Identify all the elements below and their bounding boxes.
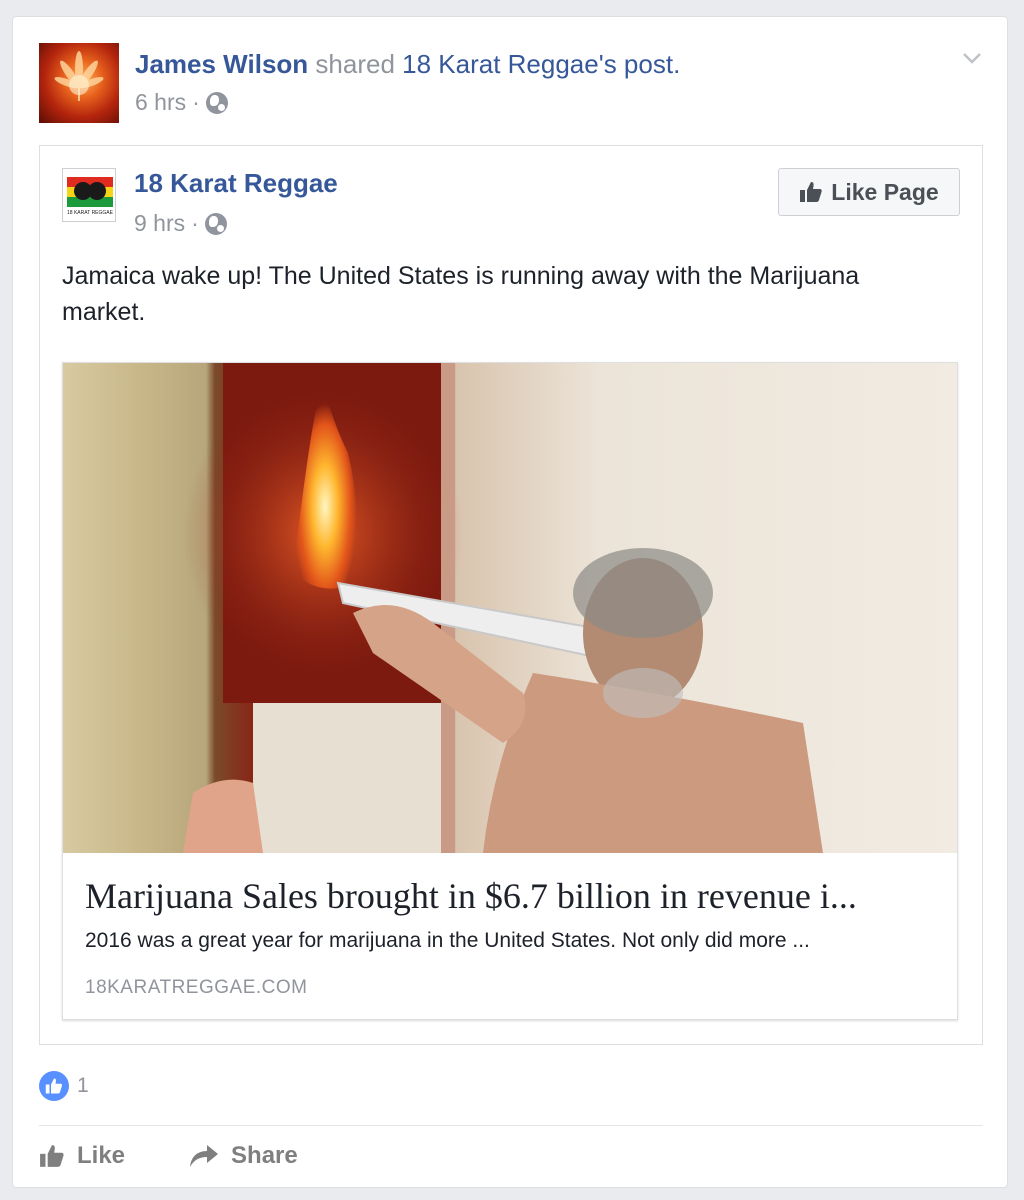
globe-icon[interactable] bbox=[204, 212, 227, 235]
like-button[interactable]: Like bbox=[39, 1137, 125, 1175]
preview-photo bbox=[183, 363, 823, 853]
page-logo[interactable]: 18 KARAT REGGAE bbox=[62, 168, 116, 222]
globe-icon[interactable] bbox=[205, 91, 228, 114]
thumbs-up-icon bbox=[800, 182, 822, 202]
author-link[interactable]: James Wilson bbox=[135, 49, 308, 79]
like-page-button[interactable]: Like Page bbox=[778, 168, 960, 216]
link-title[interactable]: Marijuana Sales brought in $6.7 billion … bbox=[85, 875, 945, 917]
share-arrow-icon bbox=[190, 1145, 219, 1167]
shared-post-timestamp[interactable]: 9 hrs bbox=[134, 210, 185, 237]
post-timestamp[interactable]: 6 hrs bbox=[135, 89, 186, 116]
share-label: Share bbox=[231, 1142, 298, 1169]
post-meta: 6 hrs · bbox=[135, 89, 228, 116]
shared-page-link[interactable]: 18 Karat Reggae bbox=[402, 49, 599, 79]
shared-post: 18 KARAT REGGAE 18 Karat Reggae 9 hrs · … bbox=[39, 145, 983, 1045]
page-name-link[interactable]: 18 Karat Reggae bbox=[134, 168, 338, 199]
logo-caption: 18 KARAT REGGAE bbox=[67, 210, 113, 216]
feed-post: James Wilson shared 18 Karat Reggae's po… bbox=[12, 16, 1008, 1188]
james-wilson-avatar[interactable] bbox=[39, 43, 119, 123]
shared-post-meta: 9 hrs · bbox=[134, 210, 227, 237]
shared-text: shared bbox=[315, 49, 395, 79]
chevron-down-icon[interactable] bbox=[961, 47, 983, 69]
post-header: James Wilson shared 18 Karat Reggae's po… bbox=[135, 47, 680, 81]
like-label: Like bbox=[77, 1142, 126, 1169]
reaction-count[interactable]: 1 bbox=[77, 1074, 89, 1098]
link-description: 2016 was a great year for marijuana in t… bbox=[85, 929, 810, 952]
link-preview-card[interactable]: Marijuana Sales brought in $6.7 billion … bbox=[62, 362, 958, 1020]
meta-separator: · bbox=[192, 89, 200, 115]
post-body-text: Jamaica wake up! The United States is ru… bbox=[62, 262, 860, 326]
link-domain: 18KARATREGGAE.COM bbox=[85, 977, 308, 998]
cannabis-leaf-icon bbox=[54, 51, 104, 101]
share-button[interactable]: Share bbox=[189, 1137, 298, 1175]
post-suffix-link[interactable]: 's post. bbox=[599, 49, 681, 79]
like-reaction-icon bbox=[39, 1071, 69, 1101]
like-page-label: Like Page bbox=[831, 178, 939, 205]
thumbs-up-icon bbox=[40, 1145, 64, 1167]
action-divider bbox=[39, 1125, 983, 1126]
shared-meta-separator: · bbox=[191, 210, 199, 236]
action-bar: Like Share bbox=[39, 1137, 298, 1175]
reactions-bar[interactable]: 1 bbox=[39, 1071, 89, 1101]
link-preview-image[interactable] bbox=[63, 363, 957, 853]
